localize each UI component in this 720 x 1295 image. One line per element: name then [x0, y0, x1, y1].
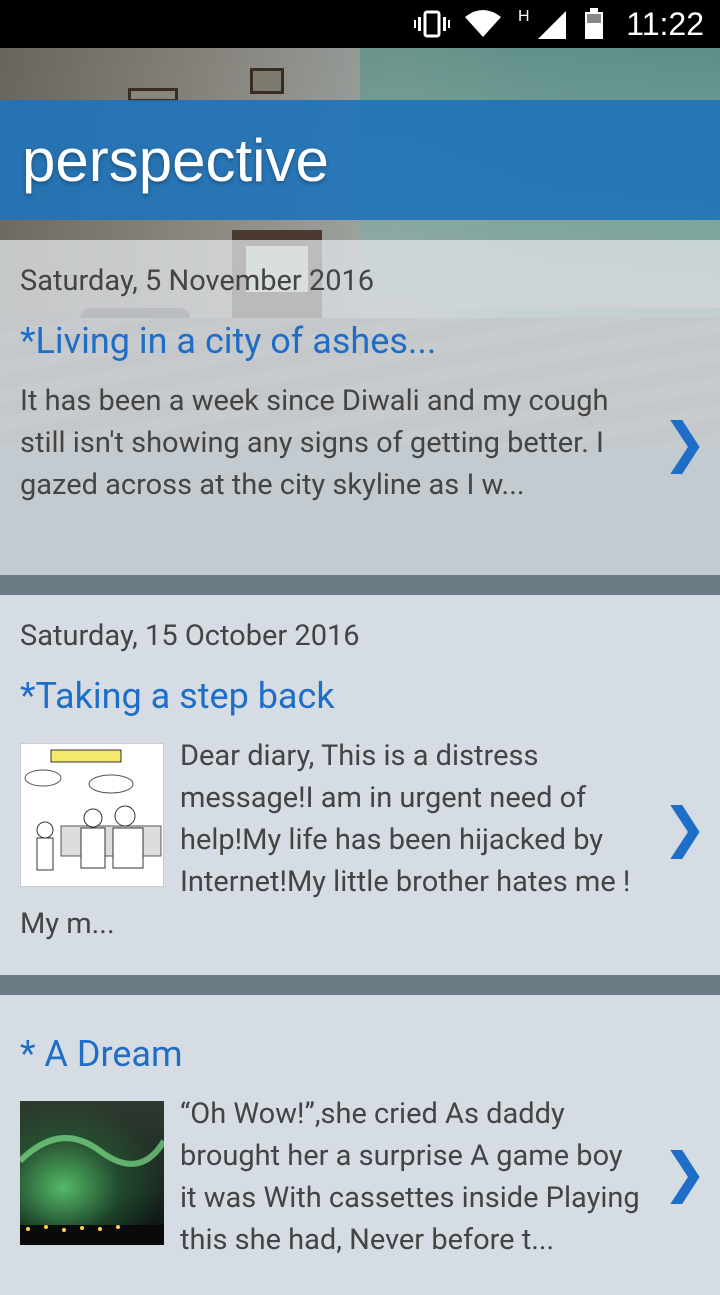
- post-title[interactable]: *Taking a step back: [20, 675, 640, 717]
- post-thumbnail[interactable]: [20, 743, 164, 887]
- post-title[interactable]: *Living in a city of ashes...: [20, 320, 640, 362]
- vibrate-icon: [414, 9, 451, 39]
- post-card[interactable]: * A Dream “Oh Wow!”,she cried As daddy b…: [0, 995, 720, 1295]
- post-excerpt-text: “Oh Wow!”,she cried As daddy brought her…: [180, 1097, 640, 1257]
- status-bar: H 11:22: [0, 0, 720, 48]
- network-type-label: H: [518, 8, 530, 25]
- post-excerpt: “Oh Wow!”,she cried As daddy brought her…: [17, 1093, 640, 1261]
- post-card[interactable]: Saturday, 5 November 2016 *Living in a c…: [0, 240, 720, 575]
- divider: [0, 575, 720, 595]
- signal-icon: H: [516, 7, 570, 41]
- chevron-right-icon[interactable]: ❯: [662, 415, 707, 471]
- status-clock: 11:22: [626, 5, 704, 42]
- blog-title[interactable]: perspective: [22, 126, 329, 195]
- chevron-right-icon[interactable]: ❯: [662, 800, 707, 856]
- post-excerpt: It has been a week since Diwali and my c…: [20, 384, 609, 502]
- wifi-icon: [464, 9, 502, 39]
- post-date: Saturday, 5 November 2016: [20, 264, 375, 298]
- post-excerpt: Dear diary, This is a distress message!I…: [20, 735, 640, 945]
- post-date: Saturday, 15 October 2016: [20, 619, 360, 653]
- battery-icon: [584, 8, 604, 40]
- post-thumbnail[interactable]: [17, 1101, 167, 1245]
- post-title[interactable]: * A Dream: [20, 1033, 640, 1075]
- app-bar: perspective: [0, 100, 720, 220]
- post-card[interactable]: Saturday, 15 October 2016 *Taking a step…: [0, 595, 720, 975]
- post-list: Saturday, 5 November 2016 *Living in a c…: [0, 240, 720, 1295]
- divider: [0, 975, 720, 995]
- chevron-right-icon[interactable]: ❯: [662, 1145, 707, 1201]
